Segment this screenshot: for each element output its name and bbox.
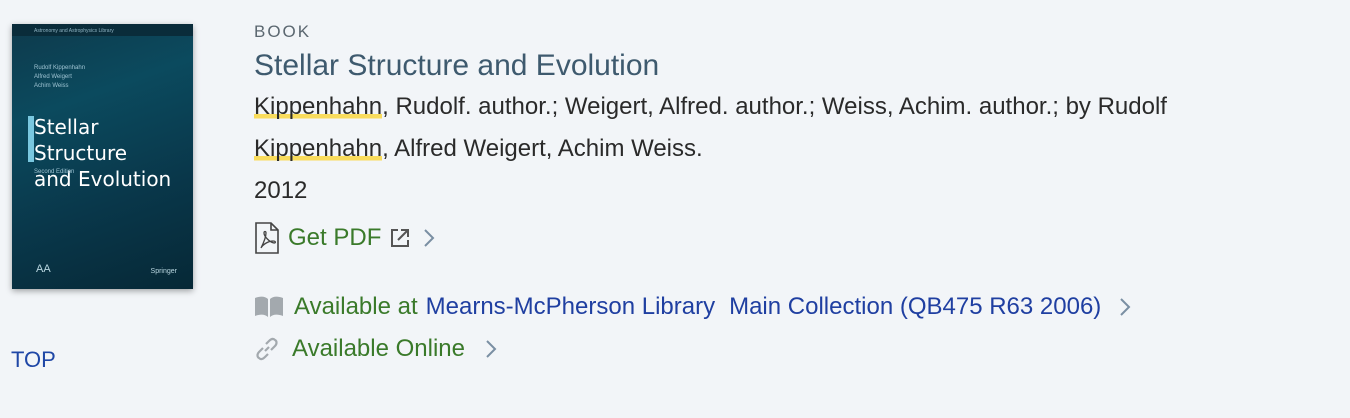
availability-library[interactable]: Available at Mearns-McPherson Library Ma… — [254, 286, 1334, 328]
record-type: BOOK — [254, 22, 312, 41]
cover-author: Rudolf Kippenhahn — [34, 65, 86, 71]
chevron-right-icon[interactable] — [1119, 297, 1131, 317]
record-title[interactable]: Stellar Structure and Evolution — [254, 46, 1334, 86]
pdf-file-icon — [254, 222, 280, 254]
get-pdf-label[interactable]: Get PDF — [288, 224, 381, 252]
cover-logo: AA — [36, 263, 51, 275]
availability-online[interactable]: Available Online — [254, 328, 1334, 370]
cover-publisher: Springer — [150, 268, 177, 275]
cover-title: Stellar Structure and Evolution — [34, 114, 193, 192]
cover-title-line: Stellar Structure — [34, 115, 128, 165]
authors-line-2: Kippenhahn, Alfred Weigert, Achim Weiss. — [254, 128, 1334, 170]
record-year: 2012 — [254, 177, 308, 204]
get-pdf-link[interactable]: Get PDF — [254, 220, 1334, 256]
record-authors: Kippenhahn, Rudolf. author.; Weigert, Al… — [254, 86, 1334, 170]
highlighted-term: Kippenhahn — [254, 135, 383, 162]
cover-author: Alfred Weigert — [34, 74, 72, 80]
chevron-right-icon[interactable] — [485, 339, 497, 359]
open-book-icon — [254, 295, 284, 319]
chevron-right-icon[interactable] — [423, 228, 435, 248]
highlighted-term: Kippenhahn — [254, 93, 383, 120]
external-link-icon — [389, 227, 411, 249]
cover-author: Achim Weiss — [34, 83, 69, 89]
available-at-label: Available at — [294, 293, 418, 320]
chain-link-icon — [254, 336, 280, 362]
cover-series: Astronomy and Astrophysics Library — [34, 28, 114, 34]
authors-text: , Rudolf. author.; Weigert, Alfred. auth… — [382, 93, 1167, 120]
call-number-location[interactable]: Main Collection (QB475 R63 2006) — [729, 293, 1101, 321]
record-content: BOOK Stellar Structure and Evolution Kip… — [254, 22, 1334, 370]
available-online-label[interactable]: Available Online — [292, 335, 465, 363]
cover-authors: Rudolf Kippenhahn Alfred Weigert Achim W… — [34, 64, 85, 91]
authors-text: , Alfred Weigert, Achim Weiss. — [382, 135, 703, 162]
cover-edition: Second Edition — [34, 169, 75, 175]
library-name[interactable]: Mearns-McPherson Library — [426, 293, 715, 321]
authors-line-1: Kippenhahn, Rudolf. author.; Weigert, Al… — [254, 86, 1334, 128]
book-cover[interactable]: Astronomy and Astrophysics Library Rudol… — [12, 24, 193, 289]
top-link[interactable]: TOP — [11, 347, 56, 373]
